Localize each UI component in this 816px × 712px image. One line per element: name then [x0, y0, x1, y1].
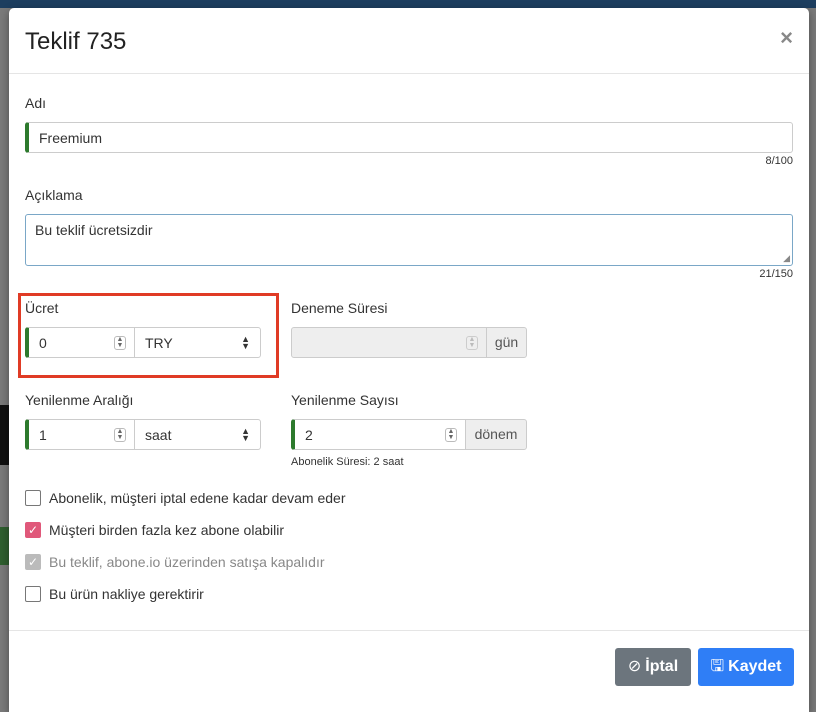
save-label: Kaydet [728, 658, 782, 675]
modal-header: Teklif 735 × [9, 8, 809, 74]
cancel-label: İptal [645, 658, 679, 675]
name-label: Adı [25, 95, 47, 111]
currency-value: TRY [145, 334, 173, 351]
name-counter: 8/100 [765, 155, 793, 167]
description-textarea[interactable]: Bu teklif ücretsizdir ◢ [25, 214, 793, 266]
trial-unit-addon: gün [486, 327, 527, 358]
renewal-interval-value: 1 [39, 426, 47, 443]
renewal-unit-select[interactable]: saat ▲ ▼ [134, 419, 261, 450]
resize-handle-icon[interactable]: ◢ [783, 253, 790, 264]
close-icon[interactable]: × [780, 27, 793, 49]
renewal-count-label: Yenilenme Sayısı [291, 392, 399, 408]
save-button[interactable]: 🖫 Kaydet [698, 648, 794, 686]
name-input[interactable]: Freemium [25, 122, 793, 153]
stepper-icon: ▲ ▼ [466, 335, 478, 350]
currency-select[interactable]: TRY ▲ ▼ [134, 327, 261, 358]
checkbox-box[interactable] [25, 490, 41, 506]
select-arrows-icon: ▲ ▼ [241, 425, 250, 443]
renewal-interval-label: Yenilenme Aralığı [25, 392, 134, 408]
price-label: Ücret [25, 300, 59, 316]
trial-input[interactable]: ▲ ▼ [291, 327, 487, 358]
floppy-disk-icon: 🖫 [710, 658, 725, 675]
modal-title: Teklif 735 [25, 28, 127, 55]
cancel-button[interactable]: ⊘ İptal [615, 648, 691, 686]
name-value: Freemium [39, 129, 103, 146]
renewal-count-unit-addon: dönem [465, 419, 527, 450]
description-label: Açıklama [25, 187, 83, 203]
price-value: 0 [39, 334, 47, 351]
checkbox-box[interactable] [25, 586, 41, 602]
price-input[interactable]: 0 ▲ ▼ [25, 327, 135, 358]
checkbox-label: Müşteri birden fazla kez abone olabilir [49, 522, 285, 538]
checkbox-label: Abonelik, müşteri iptal edene kadar deva… [49, 490, 346, 506]
subscription-duration-help: Abonelik Süresi: 2 saat [291, 456, 404, 468]
checkbox-label: Bu teklif, abone.io üzerinden satışa kap… [49, 554, 325, 570]
checkbox-label: Bu ürün nakliye gerektirir [49, 586, 204, 602]
description-value: Bu teklif ücretsizdir [35, 222, 153, 238]
offer-modal: Teklif 735 × Adı Freemium 8/100 Açıklama… [9, 8, 809, 712]
description-counter: 21/150 [759, 268, 793, 280]
checkmark-icon: ✓ [25, 554, 41, 570]
stepper-icon[interactable]: ▲ ▼ [114, 427, 126, 442]
renewal-interval-input[interactable]: 1 ▲ ▼ [25, 419, 135, 450]
checkmark-icon[interactable]: ✓ [25, 522, 41, 538]
ban-icon: ⊘ [627, 658, 642, 675]
trial-label: Deneme Süresi [291, 300, 388, 316]
stepper-icon[interactable]: ▲ ▼ [114, 335, 126, 350]
renewal-count-input[interactable]: 2 ▲ ▼ [291, 419, 466, 450]
renewal-unit-value: saat [145, 426, 172, 443]
stepper-icon[interactable]: ▲ ▼ [445, 427, 457, 442]
select-arrows-icon: ▲ ▼ [241, 333, 250, 351]
background-topbar [0, 0, 816, 8]
modal-footer: ⊘ İptal 🖫 Kaydet [9, 630, 809, 712]
renewal-count-value: 2 [305, 426, 313, 443]
